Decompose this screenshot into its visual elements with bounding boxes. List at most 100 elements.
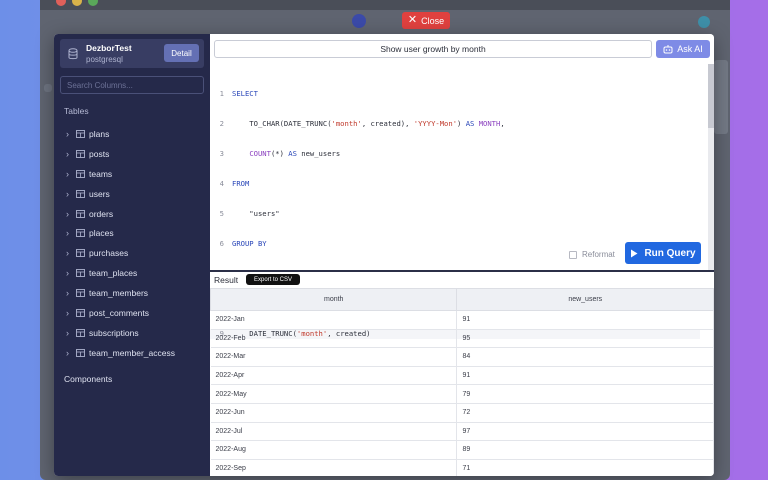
database-icon [68,48,78,60]
table-icon [76,269,85,278]
table-row[interactable]: 2022-Jul 97 [210,422,714,442]
sidebar-table-item[interactable]: › subscriptions [66,323,206,343]
reformat-label: Reformat [582,250,615,259]
chevron-right-icon: › [66,128,69,139]
table-name: users [89,188,110,199]
line-number: 5 [219,209,224,218]
cell-month: 2022-May [210,384,458,404]
table-name: purchases [89,248,129,259]
sidebar-table-item[interactable]: › users [66,184,206,204]
table-list: › plans › posts › teams › users › orders › places › p… [66,124,206,363]
tables-heading: Tables [64,106,89,116]
sql-editor[interactable]: 1 SELECT 2 TO_CHAR(DATE_TRUNC('month', cr… [210,64,714,339]
export-csv-button[interactable]: Export to CSV [246,274,300,285]
table-row[interactable]: 2022-May 79 [210,384,714,404]
result-body: 2022-Jan 91 2022-Feb 95 2022-Mar 84 2022-Apr 91… [210,310,714,476]
reformat-checkbox[interactable] [569,250,577,259]
sidebar-table-item[interactable]: › purchases [66,243,206,263]
editor-scrollbar-thumb[interactable] [708,64,714,128]
table-icon [76,229,85,238]
code-line: 2 TO_CHAR(DATE_TRUNC('month', created), … [210,119,700,129]
editor-scrollbar[interactable] [708,64,714,270]
column-header-new-users[interactable]: new_users [456,288,714,311]
chevron-right-icon: › [66,288,69,299]
cell-month: 2022-Feb [210,329,458,349]
line-number: 6 [219,239,224,248]
code-line: 1 SELECT [210,89,700,99]
ask-ai-button[interactable]: Ask AI [656,40,710,58]
cell-new-users: 72 [456,403,714,423]
database-engine: postgresql [86,55,123,64]
sidebar-table-item[interactable]: › orders [66,204,206,224]
table-icon [76,249,85,258]
cell-month: 2022-Sep [210,459,458,476]
table-name: subscriptions [89,327,139,338]
chevron-right-icon: › [66,148,69,159]
table-name: posts [89,148,110,159]
close-button[interactable]: ✕ Close [402,12,450,29]
cell-new-users: 89 [456,440,714,460]
result-table: month new_users 2022-Jan 91 2022-Feb 95 2022… [209,288,714,476]
code-line: 5 "users" [210,209,700,219]
table-name: post_comments [89,307,149,318]
column-header-month[interactable]: month [209,288,458,311]
background-avatar-right [698,16,710,28]
sidebar-table-item[interactable]: › places [66,223,206,243]
table-icon [76,328,85,337]
chevron-right-icon: › [66,307,69,318]
table-icon [76,348,85,357]
sidebar-table-item[interactable]: › plans [66,124,206,144]
table-name: orders [89,208,114,219]
sidebar-table-item[interactable]: › team_places [66,263,206,283]
cell-month: 2022-Aug [210,440,458,460]
components-heading[interactable]: Components [64,374,112,384]
table-row[interactable]: 2022-Aug 89 [210,440,714,460]
sidebar-table-item[interactable]: › team_members [66,283,206,303]
table-name: places [89,228,114,239]
sidebar-table-item[interactable]: › post_comments [66,303,206,323]
chevron-right-icon: › [66,168,69,179]
cell-new-users: 79 [456,384,714,404]
table-name: teams [89,168,113,179]
schema-sidebar: DezborTest postgresql Detail Tables › pla… [54,34,210,476]
table-icon [76,189,85,198]
cell-month: 2022-Mar [210,347,458,367]
table-icon [76,129,85,138]
ai-prompt-input[interactable] [214,40,652,58]
result-toolbar: Result Export to CSV [210,272,714,288]
result-label: Result [214,275,239,285]
table-row[interactable]: 2022-Jun 72 [210,403,714,423]
sidebar-table-item[interactable]: › posts [66,144,206,164]
search-columns-input[interactable] [60,76,204,94]
reformat-toggle[interactable]: Reformat [569,250,615,259]
sidebar-table-item[interactable]: › teams [66,164,206,184]
query-main-panel: Ask AI 1SELECT 2 TO_CHAR(DATE_TRUNC('mon… [209,34,714,476]
table-icon [76,209,85,218]
chevron-right-icon: › [66,188,69,199]
table-row[interactable]: 2022-Apr 91 [210,366,714,386]
table-name: plans [89,128,110,139]
table-icon [76,149,85,158]
sidebar-table-item[interactable]: › team_member_access [66,343,206,363]
table-row[interactable]: 2022-Mar 84 [210,347,714,367]
chevron-right-icon: › [66,228,69,239]
table-row[interactable]: 2022-Feb 95 [210,329,714,349]
table-icon [76,169,85,178]
table-row[interactable]: 2022-Sep 71 [210,459,714,476]
chevron-right-icon: › [66,327,69,338]
cell-new-users: 91 [456,366,714,386]
run-query-button[interactable]: Run Query [625,242,701,264]
table-name: team_member_access [89,347,175,358]
cell-new-users: 97 [456,422,714,442]
close-label: Close [421,15,445,26]
cell-month: 2022-Apr [210,366,458,386]
cell-new-users: 71 [456,459,714,476]
chevron-right-icon: › [66,208,69,219]
background-panel [714,60,728,134]
background-sidebar-mark [44,84,52,92]
detail-button[interactable]: Detail [164,44,199,62]
table-row[interactable]: 2022-Jan 91 [210,310,714,330]
sql-query-modal: DezborTest postgresql Detail Tables › pla… [54,34,714,476]
cell-month: 2022-Jun [210,403,458,423]
chevron-right-icon: › [66,347,69,358]
